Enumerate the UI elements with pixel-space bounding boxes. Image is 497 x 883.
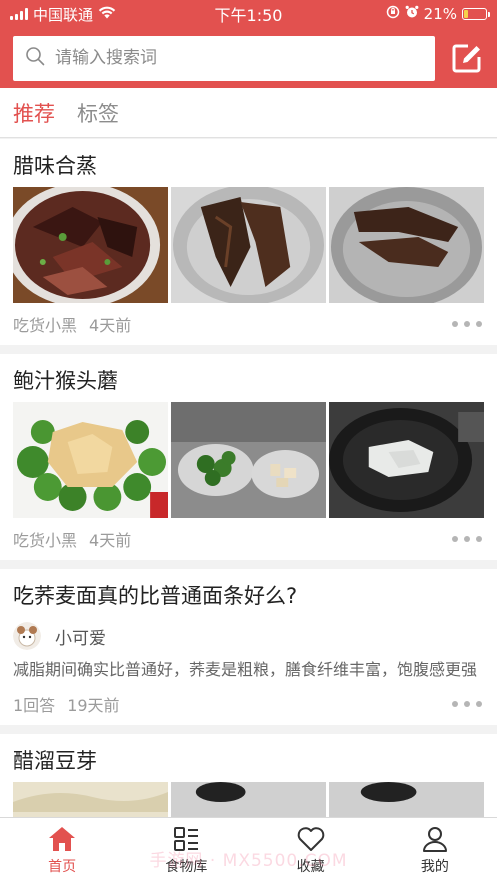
nav-home[interactable]: 首页	[0, 818, 124, 883]
status-bar: 中国联通 下午1:50 21%	[0, 0, 497, 28]
food-library-icon	[174, 827, 199, 851]
feed-tabs: 推荐 标签	[0, 88, 497, 138]
search-box[interactable]	[13, 35, 435, 81]
answer-count: 1回答	[13, 696, 56, 715]
recipe-meta: 吃货小黑 4天前	[13, 303, 484, 345]
question-card[interactable]: 吃荞麦面真的比普通面条好么? 小可爱 减脂期间确实比普通好，荞麦是粗粮，膳食纤维…	[0, 569, 497, 725]
avatar	[13, 622, 41, 650]
battery-percent: 21%	[423, 5, 457, 23]
home-icon	[49, 827, 76, 851]
recipe-image[interactable]	[171, 782, 326, 817]
question-meta: 1回答 19天前	[13, 683, 484, 725]
recipe-image[interactable]	[13, 187, 168, 303]
alarm-icon	[405, 5, 419, 23]
search-input[interactable]	[55, 48, 423, 68]
recipe-card[interactable]: 腊味合蒸 吃货小黑 4天前	[0, 139, 497, 345]
nav-favorites[interactable]: 收藏	[249, 818, 373, 883]
carrier-name: 中国联通	[33, 5, 94, 24]
nav-label: 食物库	[165, 859, 208, 875]
question-author: 小可爱	[13, 619, 484, 653]
recipe-images	[13, 187, 484, 303]
person-icon	[422, 827, 447, 852]
recipe-image[interactable]	[329, 187, 484, 303]
recipe-images	[13, 402, 484, 518]
recipe-time: 4天前	[89, 531, 132, 550]
recipe-card[interactable]: 醋溜豆芽	[0, 734, 497, 817]
recipe-title: 腊味合蒸	[13, 154, 97, 178]
nav-profile[interactable]: 我的	[373, 818, 497, 883]
nav-label: 收藏	[296, 859, 325, 875]
recipe-image[interactable]	[13, 402, 168, 518]
more-options-icon[interactable]	[452, 536, 484, 542]
edit-icon	[452, 44, 481, 73]
recipe-card[interactable]: 鲍汁猴头蘑 吃货小黑 4天前	[0, 354, 497, 560]
tab-recommend[interactable]: 推荐	[13, 98, 55, 128]
compose-button[interactable]	[449, 40, 485, 76]
tab-tags[interactable]: 标签	[77, 98, 119, 128]
recipe-image[interactable]	[329, 782, 484, 817]
recipe-images	[13, 782, 484, 817]
author-name: 小可爱	[55, 628, 106, 649]
recipe-image[interactable]	[171, 402, 326, 518]
nav-label: 我的	[420, 859, 449, 875]
signal-icon	[10, 8, 28, 20]
recipe-time: 4天前	[89, 316, 132, 335]
more-options-icon[interactable]	[452, 321, 484, 327]
recipe-author: 吃货小黑	[13, 316, 78, 335]
recipe-meta: 吃货小黑 4天前	[13, 518, 484, 560]
recipe-image[interactable]	[329, 402, 484, 518]
app-screen: 中国联通 下午1:50 21% 请输入搜索词 推荐 标签 腊味合蒸 吃货小黑 4…	[0, 0, 497, 883]
more-options-icon[interactable]	[452, 701, 484, 707]
recipe-title: 鲍汁猴头蘑	[13, 369, 118, 393]
orientation-lock-icon	[386, 5, 400, 23]
question-time: 19天前	[67, 696, 120, 715]
recipe-image[interactable]	[171, 187, 326, 303]
nav-label: 首页	[48, 859, 77, 875]
bottom-nav: 首页 食物库 收藏 我的 手游网 · MX5500.COM	[0, 817, 497, 883]
heart-icon	[297, 827, 324, 851]
wifi-icon	[98, 5, 116, 23]
recipe-title: 醋溜豆芽	[13, 749, 97, 773]
search-icon	[25, 46, 45, 70]
search-header	[0, 28, 497, 88]
battery-icon	[462, 8, 490, 20]
recipe-image[interactable]	[13, 782, 168, 817]
answer-preview: 减脂期间确实比普通好，荞麦是粗粮，膳食纤维丰富，饱腹感更强	[13, 660, 478, 679]
nav-food-library[interactable]: 食物库	[124, 818, 248, 883]
question-title: 吃荞麦面真的比普通面条好么?	[13, 584, 298, 608]
feed-list[interactable]: 腊味合蒸 吃货小黑 4天前 鲍汁猴头蘑 吃货小黑 4天前 吃荞麦面真的比普通面条…	[0, 139, 497, 817]
recipe-author: 吃货小黑	[13, 531, 78, 550]
